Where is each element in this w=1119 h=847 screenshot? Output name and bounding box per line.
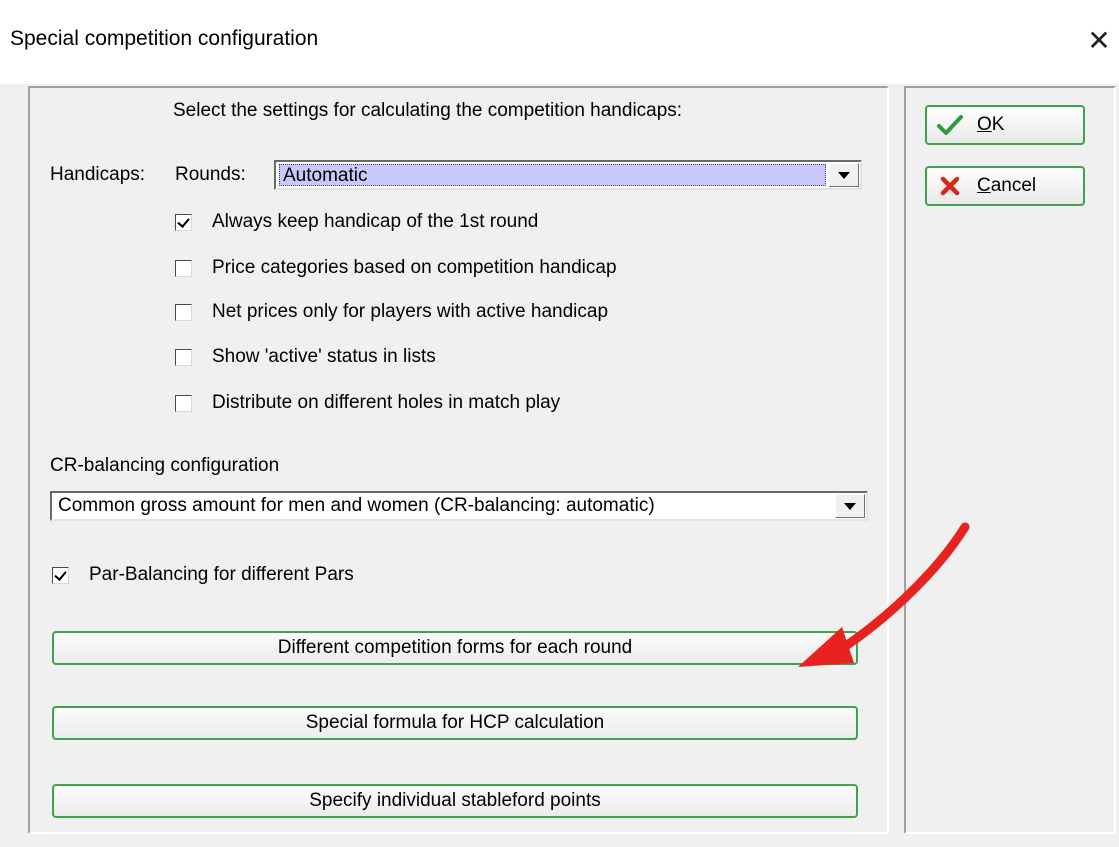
checkbox-box[interactable] — [175, 213, 192, 231]
checkbox-box[interactable] — [175, 394, 192, 412]
checkbox-box[interactable] — [175, 303, 192, 321]
checkbox-label: Always keep handicap of the 1st round — [212, 211, 539, 232]
different-competition-forms-button[interactable]: Different competition forms for each rou… — [52, 631, 858, 665]
stableford-points-button[interactable]: Specify individual stableford points — [52, 784, 858, 818]
checkbox-label: Distribute on different holes in match p… — [212, 392, 561, 413]
cancel-button[interactable]: Cancel — [925, 166, 1085, 206]
window-title: Special competition configuration — [10, 27, 319, 50]
checkbox-label: Show 'active' status in lists — [212, 346, 436, 367]
title-bar: Special competition configuration ✕ — [0, 0, 1119, 84]
checkbox-box[interactable] — [175, 259, 192, 277]
checkbox-distribute-holes[interactable]: Distribute on different holes in match p… — [175, 392, 560, 414]
chevron-down-icon — [844, 502, 856, 510]
handicaps-label: Handicaps: — [50, 164, 146, 185]
special-formula-button[interactable]: Special formula for HCP calculation — [52, 706, 858, 740]
checkbox-keep-first-round[interactable]: Always keep handicap of the 1st round — [175, 211, 538, 233]
checkbox-price-categories[interactable]: Price categories based on competition ha… — [175, 257, 617, 279]
checkbox-box[interactable] — [52, 566, 69, 584]
rounds-select-value: Automatic — [279, 164, 826, 186]
cr-balancing-label: CR-balancing configuration — [50, 455, 280, 476]
x-icon — [935, 174, 965, 198]
checkbox-net-prices[interactable]: Net prices only for players with active … — [175, 301, 608, 323]
close-button[interactable]: ✕ — [1082, 20, 1116, 60]
cr-balancing-select[interactable]: Common gross amount for men and women (C… — [50, 491, 868, 521]
check-icon — [935, 113, 965, 137]
rounds-label: Rounds: — [175, 164, 246, 185]
rounds-select[interactable]: Automatic — [274, 160, 862, 190]
close-icon: ✕ — [1087, 24, 1111, 56]
checkbox-label: Net prices only for players with active … — [212, 301, 609, 322]
checkbox-label: Par-Balancing for different Pars — [89, 564, 354, 585]
red-arrow-icon — [798, 522, 970, 667]
cr-balancing-select-value: Common gross amount for men and women (C… — [58, 495, 655, 516]
checkbox-active-status[interactable]: Show 'active' status in lists — [175, 346, 436, 368]
ok-button[interactable]: OK — [925, 105, 1085, 145]
chevron-down-icon — [838, 171, 850, 179]
instruction-text: Select the settings for calculating the … — [173, 100, 683, 121]
rounds-dropdown-button[interactable] — [829, 163, 859, 187]
cancel-button-label: Cancel — [977, 175, 1037, 196]
dialog-window: Special competition configuration ✕ Sele… — [0, 0, 1119, 847]
checkbox-par-balancing[interactable]: Par-Balancing for different Pars — [52, 564, 354, 586]
checkbox-label: Price categories based on competition ha… — [212, 257, 617, 278]
checkbox-box[interactable] — [175, 348, 192, 366]
ok-button-label: OK — [977, 114, 1005, 135]
